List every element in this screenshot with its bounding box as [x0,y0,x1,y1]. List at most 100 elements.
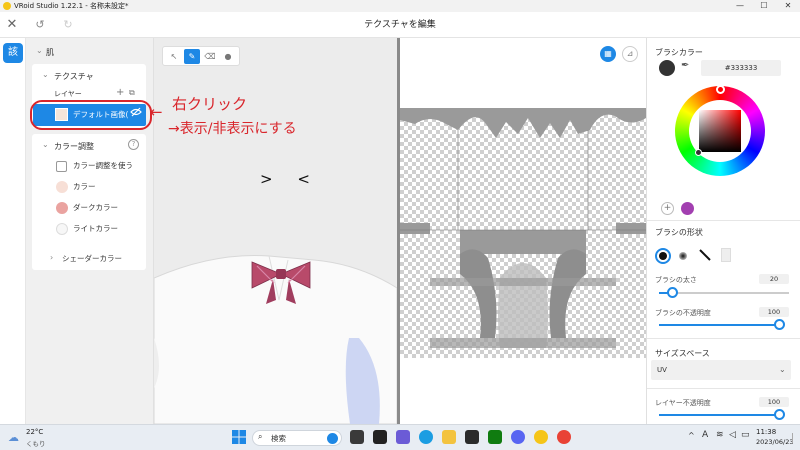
size-space-select[interactable]: UV ⌄ [651,360,791,380]
eyes: > < [260,170,320,188]
separator [647,388,800,389]
hue-ring[interactable] [675,85,765,176]
color-label: カラー [73,182,96,191]
windows-start-icon[interactable] [232,430,246,444]
annotation-circle [30,100,152,130]
cloud-icon[interactable]: ☁ [8,431,19,444]
show-desktop-button[interactable] [792,433,796,443]
brush-opacity-label: ブラシの不透明度 [655,309,711,317]
teams-icon[interactable] [396,430,410,444]
brush-size-label: ブラシの太さ [655,276,697,284]
brush-size-thumb[interactable] [667,287,678,298]
fill-tool-icon[interactable]: ● [220,49,236,64]
battery-icon[interactable]: ▭ [741,430,750,440]
page-title: テクスチャを編集 [364,20,436,30]
use-color-adjust-label: カラー調整を使う [73,161,133,170]
select-tool-icon[interactable]: ↖ [166,49,182,64]
light-color-swatch[interactable] [56,223,68,235]
brush-shape-line[interactable] [697,247,713,263]
uv-texture-canvas[interactable]: ▦ ⊿ [400,38,646,424]
mirror-view-icon[interactable]: ⊿ [622,46,638,62]
eraser-tool-icon[interactable]: ⌫ [202,49,218,64]
layer-opacity-value[interactable]: 100 [759,397,789,407]
saturation-value-square[interactable] [699,110,741,152]
texture-group-title[interactable]: テクスチャ [54,71,94,82]
grid-view-icon[interactable]: ▦ [600,46,616,62]
editor-header: ✕ ↺ ↻ テクスチャを編集 [0,12,800,38]
saved-swatch[interactable] [681,202,694,215]
search-icon: ⌕ [258,432,263,441]
window-title: VRoid Studio 1.22.1 - 名称未設定* [14,2,129,10]
brush-shape-soft[interactable] [679,252,687,260]
annotation-line1: 右クリック [172,95,248,113]
section-skin[interactable]: 肌 [46,47,54,58]
current-brush-color[interactable] [659,60,675,76]
sv-handle[interactable] [695,149,702,156]
add-layer-icon[interactable]: + [116,87,124,98]
edge-icon[interactable] [419,430,433,444]
dark-color-label: ダークカラー [73,203,118,212]
import-layer-icon[interactable]: ⧉ [129,88,135,98]
taskbar-search-placeholder: 検索 [271,434,286,443]
chevron-down-icon[interactable]: ⌄ [42,70,49,79]
pen-tool-icon[interactable]: ✎ [184,49,200,64]
weather-desc[interactable]: くもり [26,438,46,448]
chrome-icon[interactable] [557,430,571,444]
add-swatch-button[interactable]: + [661,202,674,215]
brush-size-slider[interactable] [659,292,789,294]
separator [647,220,800,221]
texture-mode-button[interactable]: 該 [3,43,23,63]
xbox-icon[interactable] [488,430,502,444]
window-close-button[interactable]: ✕ [776,0,800,12]
annotation-arrow: ← [150,103,163,121]
explorer-icon[interactable] [442,430,456,444]
wifi-icon[interactable]: ≋ [716,430,724,440]
right-panel: ブラシカラー ✒ #333333 + ブラシの形状 ブラシの太さ 20 ブラシの… [646,38,800,424]
chevron-right-icon[interactable]: › [50,253,53,262]
brush-opacity-fill [659,324,779,326]
clock-time[interactable]: 11:38 [756,428,776,436]
color-adjust-title[interactable]: カラー調整 [54,141,94,152]
layers-label: レイヤー [54,90,82,98]
clock-date[interactable]: 2023/06/23 [756,438,793,446]
weather-temp[interactable]: 22°C [26,428,43,436]
vroid-app-icon [3,2,11,10]
eyedropper-icon[interactable]: ✒ [681,60,689,71]
ime-indicator[interactable]: A [702,430,708,440]
layer-opacity-thumb[interactable] [774,409,785,420]
uv-texture-preview [400,108,646,358]
layer-opacity-fill [659,414,779,416]
chevron-up-icon[interactable]: ^ [688,431,695,440]
taskbar-search[interactable]: ⌕ 検索 [252,430,342,446]
tool-strip: ↖ ✎ ⌫ ● [162,46,240,66]
window-titlebar: VRoid Studio 1.22.1 - 名称未設定* — ☐ ✕ [0,0,800,12]
brush-shape-custom[interactable] [721,248,731,262]
chevron-down-icon: ⌄ [779,365,786,374]
discord-icon[interactable] [511,430,525,444]
task-view-icon[interactable] [350,430,364,444]
hue-handle[interactable] [716,85,725,94]
brush-hex-input[interactable]: #333333 [701,60,781,76]
maximize-button[interactable]: ☐ [752,0,776,12]
dark-color-swatch[interactable] [56,202,68,214]
brush-shape-hard[interactable] [655,248,671,264]
shader-color-title[interactable]: シェーダーカラー [62,253,122,264]
color-swatch[interactable] [56,181,68,193]
minimize-button[interactable]: — [728,0,752,12]
brush-opacity-thumb[interactable] [774,319,785,330]
store-icon[interactable] [465,430,479,444]
speaker-icon[interactable]: ◁ [729,430,736,440]
help-icon[interactable]: ? [128,139,139,150]
app-icon-dark[interactable] [373,430,387,444]
brush-opacity-value[interactable]: 100 [759,307,789,317]
chevron-down-icon[interactable]: ⌄ [42,140,49,149]
brush-shape-title: ブラシの形状 [655,228,703,237]
use-color-adjust-checkbox[interactable] [56,161,67,172]
windows-taskbar: ☁ 22°C くもり ⌕ 検索 ^ A ≋ ◁ ▭ 11:38 2023/06/… [0,424,800,450]
size-space-value: UV [657,366,667,374]
vroid-taskbar-icon[interactable] [534,430,548,444]
separator [647,338,800,339]
left-rail: 該 [0,38,26,424]
chevron-down-icon[interactable]: ⌄ [36,46,43,55]
brush-size-value[interactable]: 20 [759,274,789,284]
